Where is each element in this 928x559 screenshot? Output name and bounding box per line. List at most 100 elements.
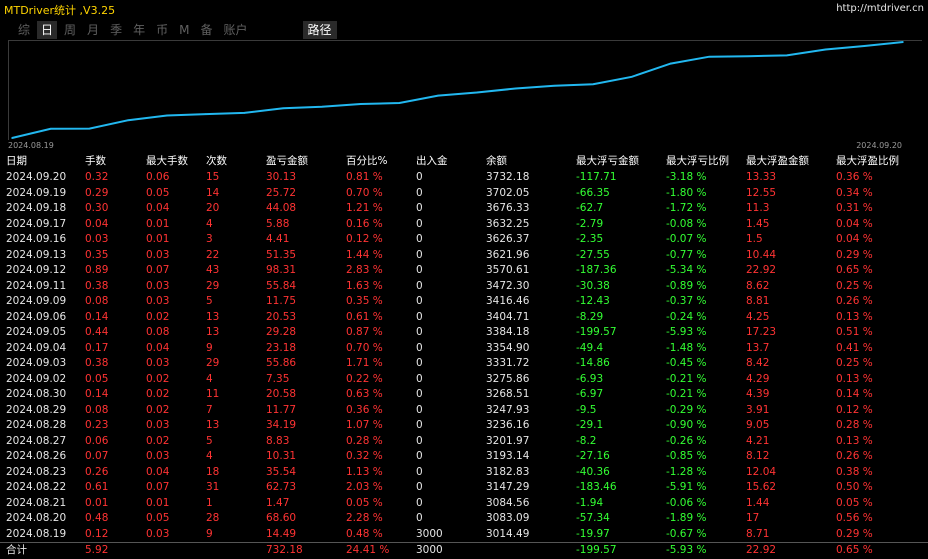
table-cell: 1.47 (266, 496, 290, 509)
table-row[interactable]: 2024.09.16 0.03 0.01 3 4.41 0.12 % 0 3626.37 -2.… (0, 232, 928, 248)
table-cell: -12.43 (576, 295, 610, 307)
table-cell: 3404.71 (486, 310, 530, 323)
equity-point-9 (359, 103, 362, 105)
table-row[interactable]: 2024.09.04 0.17 0.04 9 23.18 0.70 % 0 3354.90 -4… (0, 341, 928, 357)
table-cell: 0.04 (146, 341, 170, 354)
table-row[interactable]: 2024.08.21 0.01 0.01 1 1.47 0.05 % 0 3084.56 -1.… (0, 496, 928, 512)
table-row[interactable]: 2024.09.19 0.29 0.05 14 25.72 0.70 % 0 3702.05 -… (0, 186, 928, 202)
table-row[interactable]: 2024.08.20 0.48 0.05 28 68.60 2.28 % 0 3083.09 -… (0, 511, 928, 527)
table-cell: 17 (746, 512, 760, 524)
table-cell: -5.91 % (666, 481, 707, 493)
tab-9[interactable]: 账户 (219, 21, 251, 39)
tab-0[interactable]: 综 (14, 21, 34, 39)
table-cell: 3193.14 (486, 450, 530, 462)
col-header-9[interactable]: 最大浮亏比例 (666, 152, 729, 170)
table-cell: 0 (416, 434, 423, 447)
table-cell: 2024.08.20 (6, 512, 67, 524)
table-cell: -199.57 (576, 326, 617, 338)
tab-1[interactable]: 日 (37, 21, 58, 39)
table-cell: 0.63 % (346, 388, 383, 400)
table-cell: 3084.56 (486, 496, 530, 509)
table-cell: 3702.05 (486, 186, 530, 199)
table-cell: 3331.72 (486, 357, 530, 369)
table-row[interactable]: 2024.09.03 0.38 0.03 29 55.86 1.71 % 0 3331.72 -… (0, 356, 928, 372)
col-header-10[interactable]: 最大浮盈金额 (746, 152, 809, 170)
table-cell: 2024.09.12 (6, 264, 67, 276)
table-row[interactable]: 2024.09.02 0.05 0.02 4 7.35 0.22 % 0 3275.86 -6.… (0, 372, 928, 388)
table-cell: 25.72 (266, 186, 297, 199)
table-cell: 0.70 % (346, 186, 383, 199)
table-cell: 0.03 (146, 357, 170, 369)
table-cell: 3676.33 (486, 202, 530, 214)
tab-8[interactable]: 备 (196, 21, 216, 39)
col-header-4[interactable]: 盈亏金额 (266, 152, 308, 170)
table-row[interactable]: 2024.09.06 0.14 0.02 13 20.53 0.61 % 0 3404.71 -… (0, 310, 928, 326)
table-row[interactable]: 2024.09.09 0.08 0.03 5 11.75 0.35 % 0 3416.46 -1… (0, 294, 928, 310)
equity-point-23 (902, 41, 904, 43)
col-header-8[interactable]: 最大浮亏金额 (576, 152, 639, 170)
table-cell: -117.71 (576, 171, 617, 183)
col-header-7[interactable]: 余额 (486, 152, 507, 170)
table-row[interactable]: 2024.09.05 0.44 0.08 13 29.28 0.87 % 0 3384.18 -… (0, 325, 928, 341)
tab-6[interactable]: 币 (152, 21, 172, 39)
col-header-5[interactable]: 百分比% (346, 152, 387, 170)
tab-7[interactable]: M (175, 21, 193, 39)
equity-chart (8, 40, 922, 140)
table-row[interactable]: 2024.08.27 0.06 0.02 5 8.83 0.28 % 0 3201.97 -8.… (0, 434, 928, 450)
table-row[interactable]: 2024.08.28 0.23 0.03 13 34.19 1.07 % 0 3236.16 -… (0, 418, 928, 434)
table-cell: 0.04 % (836, 233, 873, 245)
col-header-2[interactable]: 最大手数 (146, 152, 188, 170)
table-row[interactable]: 2024.08.23 0.26 0.04 18 35.54 1.13 % 0 3182.83 -… (0, 465, 928, 481)
tab-4[interactable]: 季 (106, 21, 126, 39)
table-cell: 0 (416, 403, 423, 416)
table-cell: 0 (416, 171, 423, 183)
tab-2[interactable]: 周 (60, 21, 80, 39)
col-header-11[interactable]: 最大浮盈比例 (836, 152, 899, 170)
table-cell: 2024.09.09 (6, 295, 67, 307)
table-cell: -0.06 % (666, 496, 707, 509)
tab-route[interactable]: 路径 (302, 21, 337, 39)
table-cell: 0.30 (85, 202, 109, 214)
table-cell: 0.34 % (836, 186, 873, 199)
table-cell: 12.04 (746, 465, 777, 478)
table-cell: -0.08 % (666, 217, 707, 230)
table-cell: -8.29 (576, 310, 604, 323)
tab-5[interactable]: 年 (129, 21, 149, 39)
col-header-1[interactable]: 手数 (85, 152, 106, 170)
table-cell: 0.29 % (836, 248, 873, 261)
table-row[interactable]: 2024.08.22 0.61 0.07 31 62.73 2.03 % 0 3147.29 -… (0, 480, 928, 496)
col-header-0[interactable]: 日期 (6, 152, 27, 170)
table-cell: 1.5 (746, 233, 763, 245)
table-cell: 3354.90 (486, 341, 530, 354)
table-cell: 3275.86 (486, 372, 530, 385)
table-row[interactable]: 2024.09.17 0.04 0.01 4 5.88 0.16 % 0 3632.25 -2.… (0, 217, 928, 233)
equity-point-22 (863, 45, 866, 47)
table-row[interactable]: 2024.09.13 0.35 0.03 22 51.35 1.44 % 0 3621.96 -… (0, 248, 928, 264)
table-cell: 13.7 (746, 341, 770, 354)
table-cell: 0.22 % (346, 372, 383, 385)
equity-point-8 (321, 105, 323, 108)
table-row[interactable]: 2024.09.18 0.30 0.04 20 44.08 1.21 % 0 3676.33 -… (0, 201, 928, 217)
col-header-3[interactable]: 次数 (206, 152, 227, 170)
table-row[interactable]: 2024.08.30 0.14 0.02 11 20.58 0.63 % 0 3268.51 -… (0, 387, 928, 403)
table-row[interactable]: 2024.09.20 0.32 0.06 15 30.13 0.81 % 0 3732.18 -… (0, 170, 928, 186)
table-row[interactable]: 2024.08.19 0.12 0.03 9 14.49 0.48 % 3000 3014.4… (0, 527, 928, 543)
table-cell: 9.05 (746, 419, 770, 431)
table-cell: 0.44 (85, 326, 109, 338)
table-row[interactable]: 2024.08.26 0.07 0.03 4 10.31 0.32 % 0 3193.14 -2… (0, 449, 928, 465)
col-header-6[interactable]: 出入金 (416, 152, 448, 170)
equity-point-13 (514, 87, 517, 90)
table-row[interactable]: 2024.08.29 0.08 0.02 7 11.77 0.36 % 0 3247.93 -9… (0, 403, 928, 419)
table-cell: 4.21 (746, 434, 770, 447)
table-cell: 8.62 (746, 279, 770, 292)
tab-3[interactable]: 月 (83, 21, 103, 39)
table-cell: -0.67 % (666, 527, 707, 540)
table-cell: 0.02 (146, 372, 170, 385)
table-row[interactable]: 2024.09.12 0.89 0.07 43 98.31 2.83 % 0 3570.61 -… (0, 263, 928, 279)
table-cell: 3014.49 (486, 527, 530, 540)
table-row[interactable]: 2024.09.11 0.38 0.03 29 55.84 1.63 % 0 3472.30 -… (0, 279, 928, 295)
table-cell: -1.48 % (666, 341, 707, 354)
total-cell: 24.41 % (346, 544, 390, 556)
website-link[interactable]: http://mtdriver.cn (836, 3, 924, 14)
table-cell: 20.58 (266, 388, 297, 400)
